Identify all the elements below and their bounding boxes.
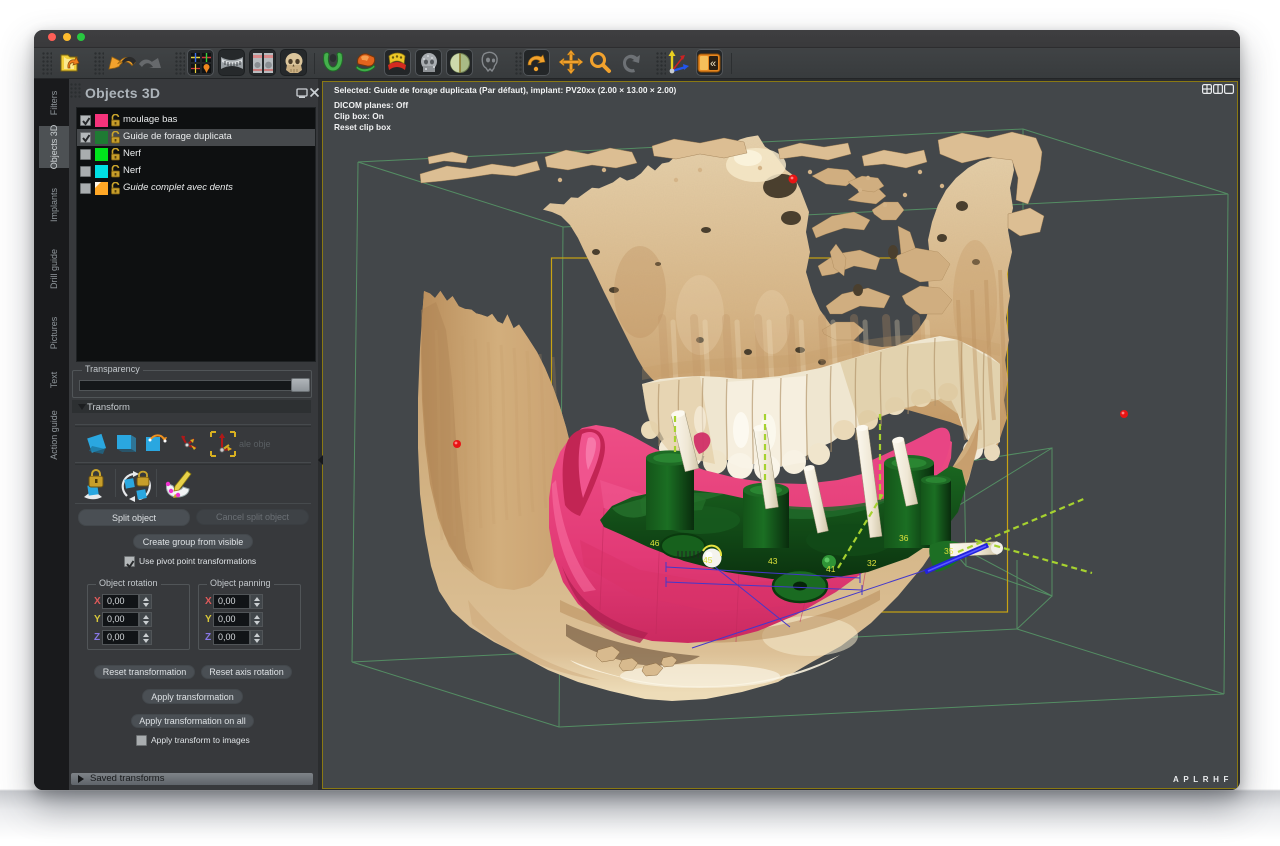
svg-text:45: 45 xyxy=(703,555,713,565)
svg-text:«: « xyxy=(710,58,716,70)
svg-text:46: 46 xyxy=(650,538,660,548)
svg-text:32: 32 xyxy=(867,558,877,568)
svg-text:36: 36 xyxy=(899,533,909,543)
svg-text:35: 35 xyxy=(944,546,954,556)
svg-text:41: 41 xyxy=(826,564,836,574)
svg-text:43: 43 xyxy=(768,556,778,566)
